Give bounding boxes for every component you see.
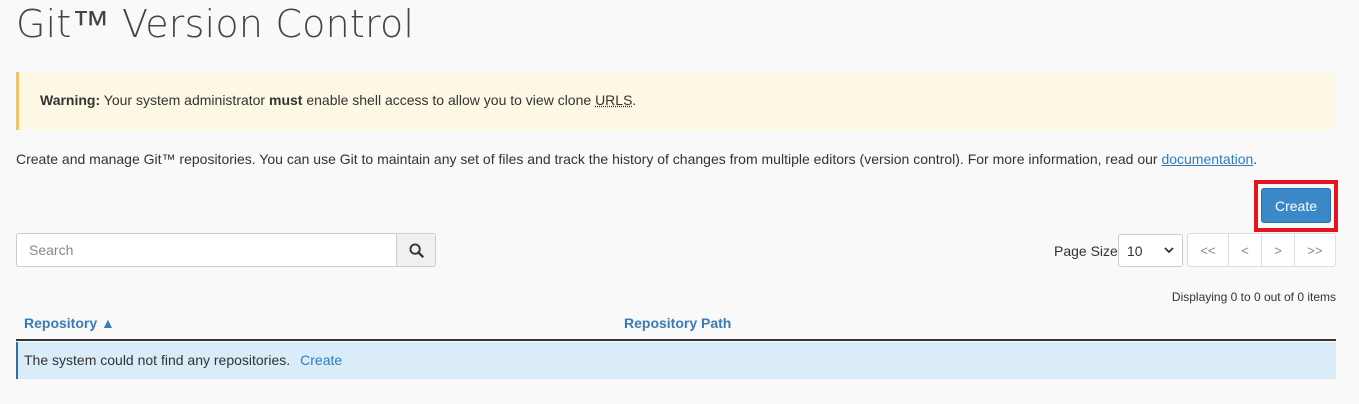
pagination-controls: << < > >> xyxy=(1187,233,1336,267)
urls-abbr: URLS xyxy=(595,92,633,108)
search-input[interactable] xyxy=(17,234,396,266)
documentation-link[interactable]: documentation xyxy=(1161,151,1253,167)
page-size-label: Page Size xyxy=(1054,243,1118,259)
warning-end: . xyxy=(632,92,637,108)
empty-message: The system could not find any repositori… xyxy=(24,352,291,368)
empty-table-row: The system could not find any repositori… xyxy=(16,342,1336,379)
items-count: Displaying 0 to 0 out of 0 items xyxy=(1171,290,1336,304)
search-box xyxy=(16,233,436,267)
search-button[interactable] xyxy=(396,234,435,266)
empty-create-link[interactable]: Create xyxy=(300,352,342,368)
last-page-button[interactable]: >> xyxy=(1294,233,1336,267)
first-page-button[interactable]: << xyxy=(1187,233,1229,267)
intro-end: . xyxy=(1253,151,1258,167)
previous-page-button[interactable]: < xyxy=(1228,233,1262,267)
warning-label: Warning: xyxy=(40,92,101,108)
page-size-select[interactable]: 10 xyxy=(1118,234,1183,267)
create-button[interactable]: Create xyxy=(1261,188,1331,223)
page-size-value: 10 xyxy=(1127,242,1143,259)
warning-alert: Warning: Your system administrator must … xyxy=(16,72,1336,130)
chevron-down-icon xyxy=(1164,247,1174,254)
next-page-button[interactable]: > xyxy=(1261,233,1295,267)
column-repository[interactable]: Repository ▲ xyxy=(24,315,115,331)
table-header: Repository ▲ Repository Path xyxy=(16,312,1336,341)
warning-text-before: Your system administrator xyxy=(100,92,269,108)
column-repository-path[interactable]: Repository Path xyxy=(624,315,731,331)
warning-text-after: enable shell access to allow you to view… xyxy=(302,92,596,108)
intro-text: Create and manage Git™ repositories. You… xyxy=(16,151,1257,167)
page-title: Git™ Version Control xyxy=(16,2,415,46)
warning-emphasis: must xyxy=(269,92,303,108)
search-icon xyxy=(408,242,424,258)
intro-body: Create and manage Git™ repositories. You… xyxy=(16,151,1162,167)
